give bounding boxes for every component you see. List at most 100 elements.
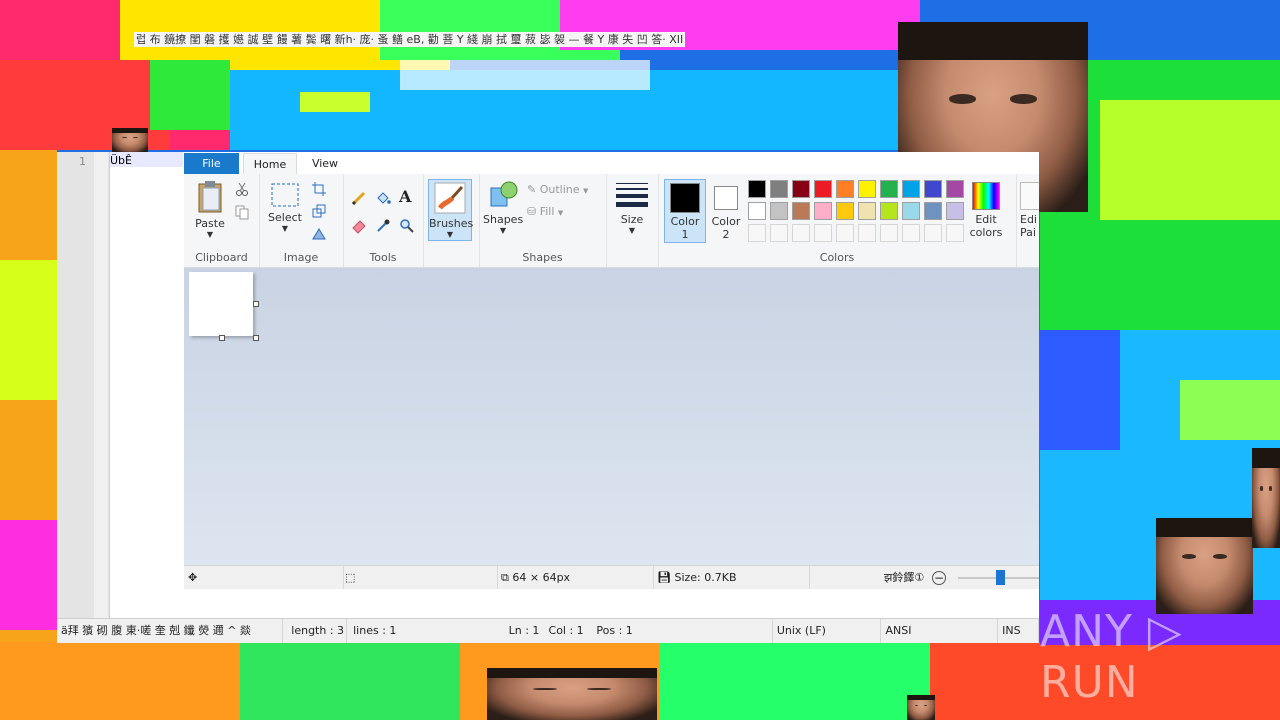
bg-block	[660, 642, 930, 720]
custom-color-slot[interactable]	[902, 224, 920, 242]
color-picker-icon[interactable]	[375, 218, 391, 234]
zoom-out-button[interactable]: −	[932, 571, 946, 585]
cut-icon[interactable]	[234, 181, 250, 197]
editor-text[interactable]: ÜbÊ	[110, 154, 132, 167]
cursor-position: ✥	[184, 566, 344, 589]
palette-color-swatch[interactable]	[814, 202, 832, 220]
tools-group-label: Tools	[369, 251, 397, 264]
palette-color-swatch[interactable]	[880, 180, 898, 198]
tab-view[interactable]: View	[302, 153, 348, 174]
bg-block	[0, 260, 57, 400]
bg-block	[0, 150, 57, 720]
palette-color-swatch[interactable]	[924, 180, 942, 198]
text-tool-icon[interactable]: A	[399, 187, 411, 206]
paint3d-icon	[1020, 182, 1039, 210]
resize-handle[interactable]	[219, 335, 225, 341]
crop-icon[interactable]	[311, 181, 327, 197]
brushes-button[interactable]: Brushes ▼	[428, 179, 473, 241]
select-button[interactable]: Select ▼	[267, 182, 303, 244]
tab-home[interactable]: Home	[243, 153, 297, 175]
chevron-down-icon: ▼	[281, 224, 289, 233]
color1-swatch	[670, 183, 700, 213]
length-field: length : 3	[283, 619, 348, 643]
palette-color-swatch[interactable]	[946, 180, 964, 198]
custom-color-slot[interactable]	[880, 224, 898, 242]
tab-file[interactable]: File	[184, 153, 239, 174]
palette-color-swatch[interactable]	[880, 202, 898, 220]
edit-paint3d-button[interactable]: Edi Pai	[1020, 180, 1039, 244]
outline-button[interactable]: ✎ Outline ▼	[527, 183, 588, 196]
fill-button[interactable]: ⛁ Fill ▼	[527, 205, 563, 218]
eol-field: Unix (LF)	[773, 619, 882, 643]
canvas-area	[184, 268, 1039, 565]
chevron-down-icon: ▼	[583, 187, 589, 195]
bg-block	[1100, 100, 1280, 220]
color1-button[interactable]: Color 1	[664, 179, 706, 243]
palette-color-swatch[interactable]	[792, 180, 810, 198]
fold-margin	[94, 152, 108, 618]
edit-colors-button[interactable]: Edit colors	[966, 180, 1006, 244]
eraser-icon[interactable]	[351, 218, 367, 234]
image-group-label: Image	[283, 251, 319, 264]
bg-block	[240, 642, 460, 720]
zoom-slider-thumb[interactable]	[996, 570, 1005, 585]
palette-color-swatch[interactable]	[748, 202, 766, 220]
chevron-down-icon: ▼	[628, 226, 636, 235]
editor-status-bar: ä拜 獱 砌 腹 東·嗟 奎 剋 鑯 熒 邇 ^ 燚 length : 3 li…	[57, 618, 1040, 643]
palette-color-swatch[interactable]	[770, 180, 788, 198]
palette-color-swatch[interactable]	[814, 180, 832, 198]
palette-color-swatch[interactable]	[836, 180, 854, 198]
paint-window: File Home View Paste ▼ Clipboard Select …	[184, 153, 1039, 589]
drawing-canvas[interactable]	[189, 272, 253, 336]
palette-color-swatch[interactable]	[836, 202, 854, 220]
paint3d-group: Edi Pai	[1016, 174, 1039, 267]
color2-button[interactable]: Color 2	[708, 180, 744, 244]
shapes-label: Shapes	[483, 213, 524, 226]
paste-button[interactable]: Paste ▼	[192, 180, 228, 242]
garbled-title-text: 럽 布 鏡撩 閨 磐 擭 嬨 誠 壁 饅 薯 鬓 曙 新h· 庞· 蚤 鳝 eB…	[134, 32, 686, 47]
palette-color-swatch[interactable]	[902, 180, 920, 198]
custom-color-slot[interactable]	[946, 224, 964, 242]
custom-color-slot[interactable]	[836, 224, 854, 242]
fill-bucket-icon[interactable]	[375, 190, 391, 206]
brushes-group: Brushes ▼	[423, 174, 480, 267]
paint-status-bar: ✥ ⬚ ⧉ 64 × 64px 💾︎ Size: 0.7KB झ鈴鐸① −	[184, 565, 1039, 589]
palette-color-swatch[interactable]	[792, 202, 810, 220]
custom-color-slot[interactable]	[858, 224, 876, 242]
resize-handle[interactable]	[253, 335, 259, 341]
size-button[interactable]: Size ▼	[614, 183, 650, 243]
custom-color-slot[interactable]	[814, 224, 832, 242]
palette-color-swatch[interactable]	[748, 180, 766, 198]
size-label: Size	[620, 213, 644, 226]
tools-group: A Tools	[343, 174, 424, 267]
resize-handle[interactable]	[253, 301, 259, 307]
edit-colors-label-1: Edit	[975, 213, 997, 226]
copy-icon[interactable]	[234, 204, 250, 220]
rotate-icon[interactable]	[311, 225, 327, 241]
chevron-down-icon: ▼	[206, 230, 214, 239]
custom-color-slot[interactable]	[770, 224, 788, 242]
ln-field: Ln : 1	[508, 624, 540, 637]
palette-color-swatch[interactable]	[858, 202, 876, 220]
shapes-button[interactable]: Shapes ▼	[483, 180, 523, 242]
pencil-icon[interactable]	[351, 190, 367, 206]
resize-icon[interactable]	[311, 203, 327, 219]
shapes-icon	[490, 181, 518, 207]
palette-color-swatch[interactable]	[902, 202, 920, 220]
custom-color-slot[interactable]	[748, 224, 766, 242]
palette-color-swatch[interactable]	[770, 202, 788, 220]
magnifier-icon[interactable]	[399, 218, 415, 234]
palette-color-swatch[interactable]	[946, 202, 964, 220]
image-group: Select ▼ Image	[259, 174, 344, 267]
chevron-down-icon: ▼	[557, 209, 564, 217]
custom-color-slot[interactable]	[924, 224, 942, 242]
lines-field: lines : 1	[353, 624, 397, 637]
bg-block	[1180, 380, 1280, 440]
color1-number: 1	[681, 228, 689, 241]
custom-color-slot[interactable]	[792, 224, 810, 242]
col-field: Col : 1	[548, 624, 584, 637]
paint3d-label-1: Edi	[1020, 213, 1037, 226]
palette-color-swatch[interactable]	[924, 202, 942, 220]
doc-type: ä拜 獱 砌 腹 東·嗟 奎 剋 鑯 熒 邇 ^ 燚	[57, 619, 284, 643]
palette-color-swatch[interactable]	[858, 180, 876, 198]
